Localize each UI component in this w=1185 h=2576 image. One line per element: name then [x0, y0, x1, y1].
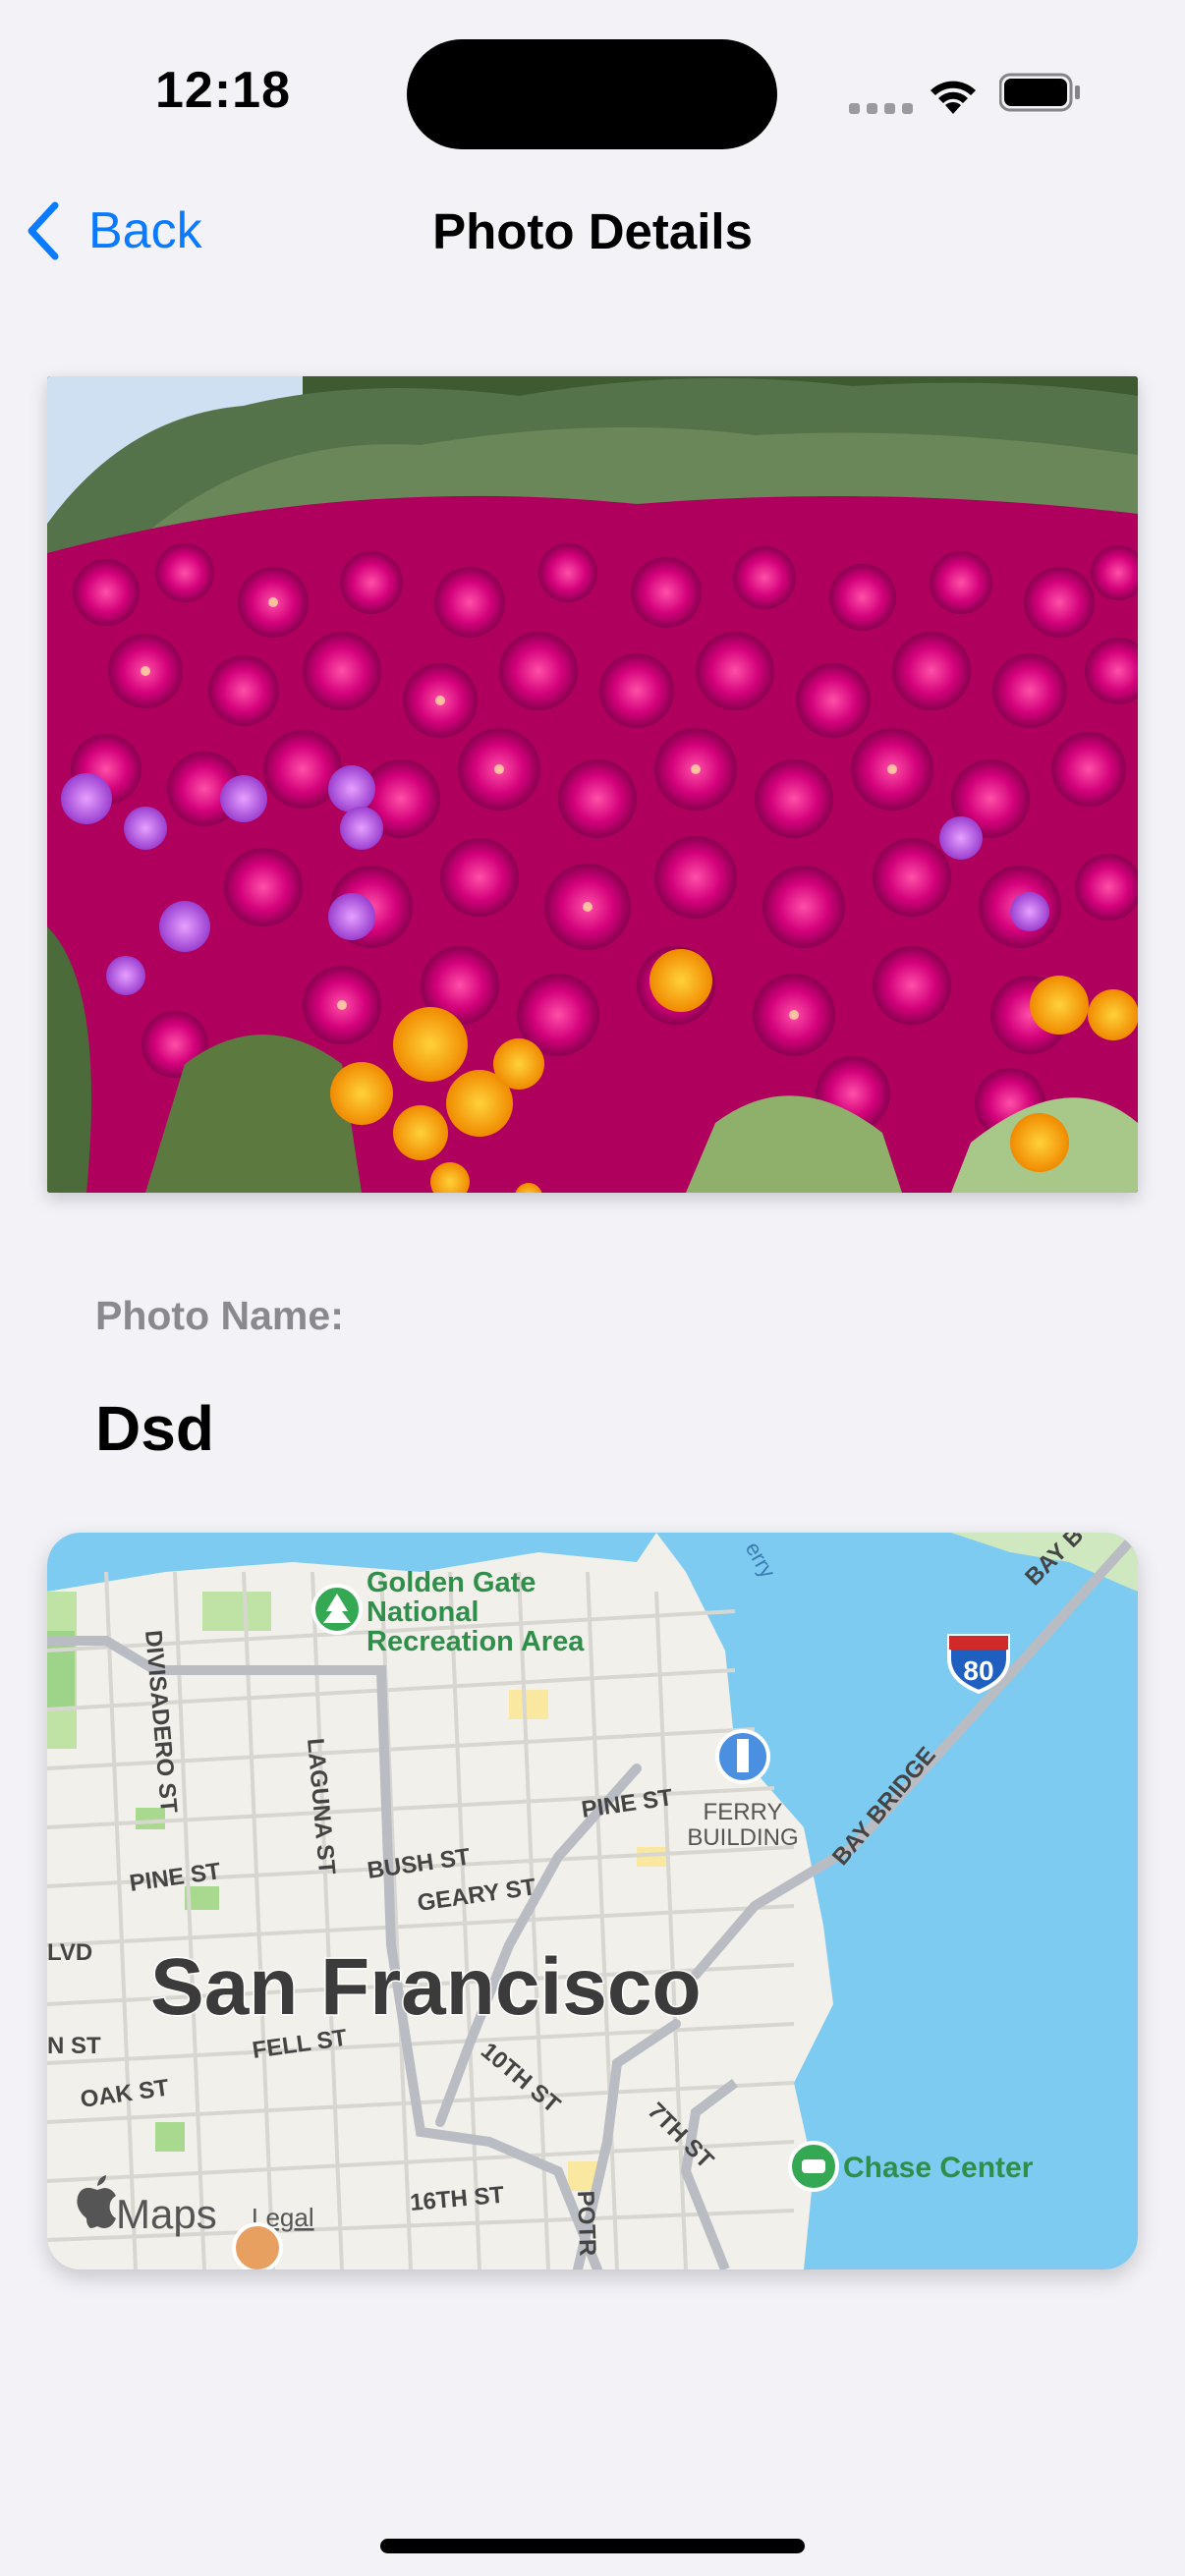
page-title: Photo Details	[432, 203, 753, 259]
poi-chase-center: Chase Center	[843, 2152, 1034, 2184]
photo-name-label: Photo Name:	[95, 1293, 344, 1338]
poi-ferry-line2: BUILDING	[687, 1824, 798, 1851]
highway-80-label: 80	[963, 1655, 993, 1686]
poi-ferry-line1: FERRY	[704, 1799, 783, 1825]
arena-icon	[788, 2141, 839, 2192]
signal-dots-icon	[849, 101, 920, 119]
street-blvd: LVD	[47, 1939, 92, 1966]
ferry-building-icon	[715, 1729, 770, 1784]
park-tree-icon	[311, 1584, 363, 1635]
street-left-edge: N ST	[47, 2033, 101, 2059]
location-map[interactable]: 80 Golden Gate National Recreation Area …	[47, 1533, 1138, 2269]
city-label: San Francisco	[150, 1942, 702, 2032]
status-time: 12:18	[155, 62, 291, 119]
poi-golden-gate-line1: Golden Gate	[367, 1567, 536, 1598]
battery-icon	[999, 73, 1080, 112]
landmark-icon	[232, 2222, 283, 2269]
photo-name-value: Dsd	[95, 1393, 214, 1464]
wifi-icon	[931, 81, 976, 114]
poi-golden-gate-line3: Recreation Area	[367, 1626, 585, 1657]
poi-golden-gate-line2: National	[367, 1596, 479, 1628]
dynamic-island	[407, 39, 777, 149]
maps-brand: Maps	[116, 2191, 217, 2237]
flower-photo	[47, 376, 1138, 1193]
home-indicator[interactable]	[380, 2539, 805, 2553]
street-potrero: POTR	[572, 2190, 600, 2257]
